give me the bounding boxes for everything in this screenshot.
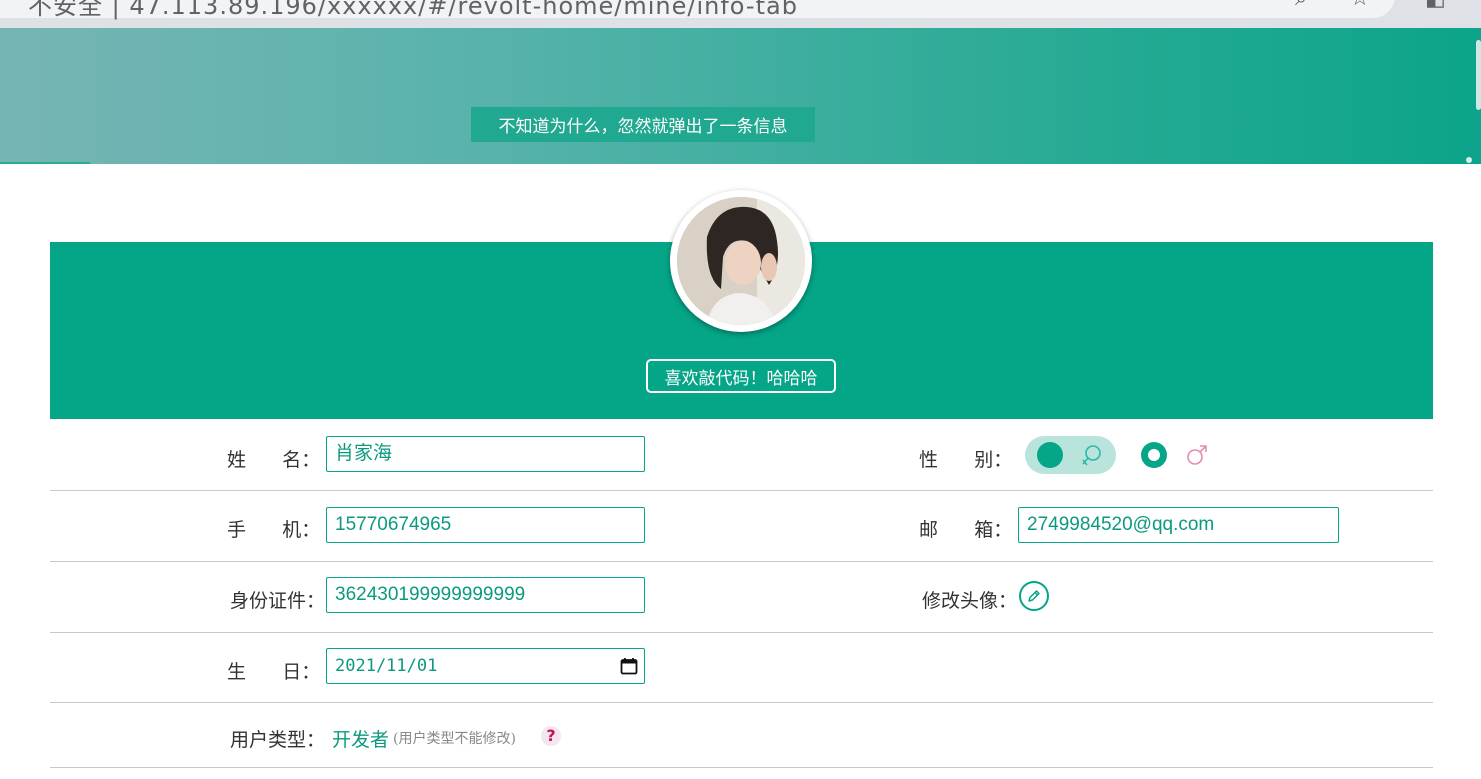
- address-url[interactable]: 不安全 | 47.113.89.196/xxxxxx/#/revolt-home…: [28, 0, 798, 21]
- id-field[interactable]: 362430199999999999: [326, 577, 645, 613]
- birthday-value: 2021/11/01: [335, 656, 438, 676]
- edit-avatar-button[interactable]: [1019, 581, 1049, 611]
- toast-message: 不知道为什么，忽然就弹出了一条信息: [471, 107, 815, 142]
- usertype-note: (用户类型不能修改): [393, 731, 516, 747]
- birthday-label: 生 日：: [227, 661, 321, 683]
- star-icon[interactable]: ☆: [1350, 0, 1370, 11]
- gender-label: 性 别：: [919, 449, 1013, 471]
- usertype-value: 开发者: [332, 729, 390, 751]
- nav-underline: [0, 162, 90, 164]
- help-icon[interactable]: ?: [541, 726, 561, 746]
- avatar-portrait-icon: [677, 197, 805, 325]
- puzzle-icon[interactable]: ◧: [1425, 0, 1446, 11]
- scrollbar-thumb[interactable]: [1476, 40, 1481, 110]
- browser-toolbar: 不安全 | 47.113.89.196/xxxxxx/#/revolt-home…: [0, 0, 1481, 28]
- phone-label: 手 机：: [227, 519, 321, 541]
- usertype-label: 用户类型：: [230, 729, 326, 751]
- radio-dot: [1148, 449, 1160, 461]
- gender-toggle[interactable]: [1025, 436, 1116, 474]
- avatar-photo: [677, 197, 805, 325]
- search-icon[interactable]: ⌕: [1295, 0, 1307, 11]
- male-icon[interactable]: [1185, 443, 1209, 467]
- page-root: 不安全 | 47.113.89.196/xxxxxx/#/revolt-home…: [0, 0, 1481, 779]
- avatar-edit-label: 修改头像：: [922, 590, 1018, 612]
- header-banner: [0, 28, 1481, 164]
- toggle-knob: [1037, 442, 1063, 468]
- id-label: 身份证件：: [230, 590, 326, 612]
- female-icon: [1082, 445, 1101, 466]
- name-field[interactable]: 肖家海: [326, 436, 645, 472]
- email-label: 邮 箱：: [919, 519, 1013, 541]
- dot-indicator: [1466, 157, 1472, 163]
- calendar-icon[interactable]: [620, 657, 638, 675]
- birthday-field[interactable]: 2021/11/01: [326, 648, 645, 684]
- name-label: 姓 名：: [227, 449, 321, 471]
- pencil-icon: [1028, 590, 1040, 602]
- email-field[interactable]: 2749984520@qq.com: [1018, 507, 1339, 543]
- gender-radio[interactable]: [1141, 442, 1167, 468]
- phone-field[interactable]: 15770674965: [326, 507, 645, 543]
- avatar[interactable]: [670, 190, 812, 332]
- profile-motto: 喜欢敲代码！哈哈哈: [646, 359, 836, 393]
